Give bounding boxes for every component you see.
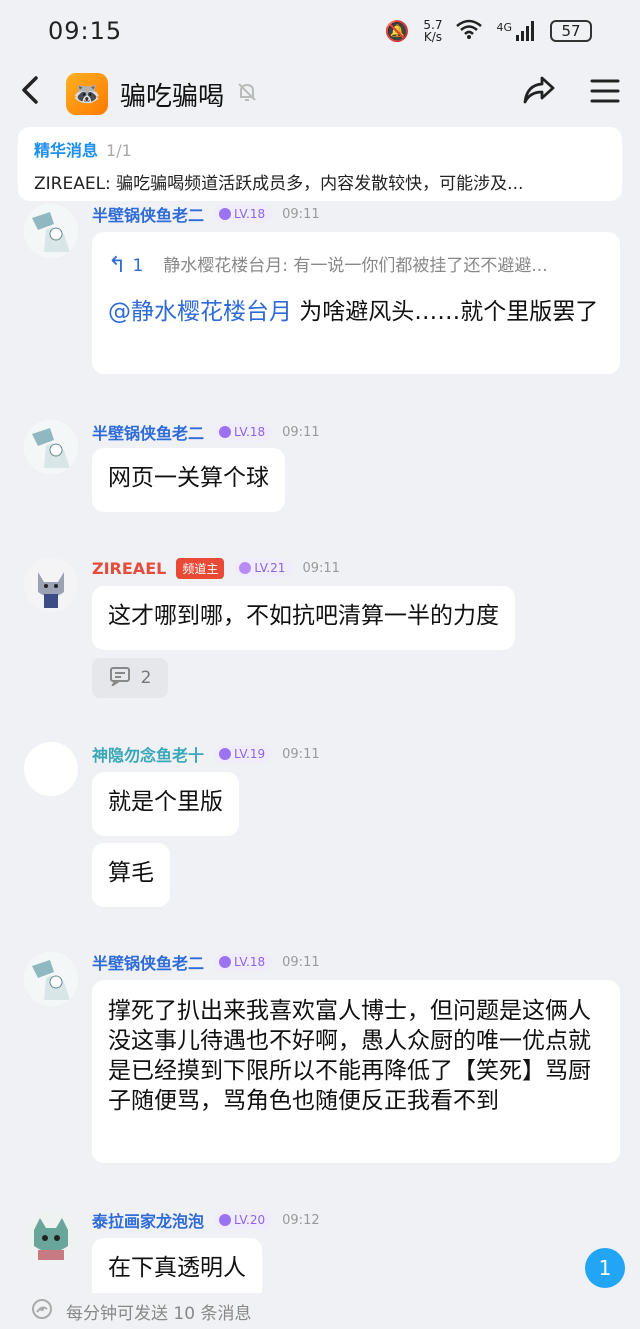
mention-link[interactable]: @静水樱花楼台月 — [108, 299, 292, 325]
channel-title: 骗吃骗喝 — [120, 81, 225, 112]
level-text: LV.18 — [234, 207, 266, 221]
bell-muted-icon — [236, 81, 258, 108]
message-meta: 半壁锅侠鱼老二 LV.18 09:11 — [92, 202, 320, 226]
message-meta: ZIREAEL 频道主 LV.21 09:11 — [92, 556, 340, 580]
level-badge: LV.21 — [234, 559, 293, 577]
gem-icon — [219, 426, 232, 438]
gem-icon — [219, 748, 232, 760]
quoted-reply[interactable]: ↰ 1 静水樱花楼台月: 有一说一你们都被挂了还不避避... — [108, 250, 604, 282]
message-bubble[interactable]: 就是个里版 — [92, 772, 239, 836]
quote-text: 静水樱花楼台月: 有一说一你们都被挂了还不避避... — [163, 256, 548, 276]
status-bar: 09:15 🔕 5.7 K/s 4G 57 — [0, 0, 640, 62]
sender-name[interactable]: ZIREAEL — [92, 559, 166, 578]
notifications-off-icon: 🔕 — [384, 19, 410, 43]
sender-name[interactable]: 泰拉画家龙泡泡 — [92, 1208, 204, 1232]
message-time: 09:11 — [282, 954, 320, 970]
reply-arrow-icon: ↰ — [108, 253, 127, 278]
status-indicators: 🔕 5.7 K/s 4G 57 — [384, 19, 592, 44]
channel-avatar[interactable]: 🦝 — [66, 73, 108, 115]
message-time: 09:11 — [282, 746, 320, 762]
gem-icon — [219, 208, 232, 220]
level-text: LV.20 — [234, 1213, 266, 1227]
message-bubble[interactable]: 网页一关算个球 — [92, 448, 285, 512]
message-bubble[interactable]: 撑死了扒出来我喜欢富人博士，但问题是这俩人没这事儿待遇也不好啊，愚人众厨的唯一优… — [92, 980, 620, 1163]
sender-name[interactable]: 半壁锅侠鱼老二 — [92, 950, 204, 974]
message-time: 09:11 — [302, 560, 340, 576]
message-text: 为啥避风头……就个里版罢了 — [292, 299, 599, 325]
avatar[interactable] — [24, 558, 78, 612]
input-footer: 每分钟可发送 10 条消息 — [0, 1293, 640, 1329]
cellular-signal-icon: 4G — [496, 21, 536, 41]
avatar[interactable] — [24, 420, 78, 474]
battery-indicator: 57 — [550, 20, 592, 42]
message-meta: 半壁锅侠鱼老二 LV.18 09:11 — [92, 950, 320, 974]
pinned-text: ZIREAEL: 骗吃骗喝频道活跃成员多，内容发散较快，可能涉及... — [34, 174, 524, 194]
pinned-count: 1/1 — [106, 141, 132, 160]
back-arrow-icon[interactable] — [20, 74, 56, 114]
message-meta: 半壁锅侠鱼老二 LV.18 09:11 — [92, 420, 320, 444]
level-text: LV.18 — [234, 955, 266, 969]
avatar[interactable] — [24, 742, 78, 796]
message-meta: 泰拉画家龙泡泡 LV.20 09:12 — [92, 1208, 320, 1232]
role-badge: 频道主 — [176, 557, 225, 579]
network-speed: 5.7 K/s — [423, 19, 442, 43]
message-bubble[interactable]: 这才哪到哪，不如抗吧清算一半的力度 — [92, 586, 515, 650]
message-time: 09:11 — [282, 206, 320, 222]
level-badge: LV.19 — [214, 745, 273, 763]
message-bubble[interactable]: ↰ 1 静水樱花楼台月: 有一说一你们都被挂了还不避避... @静水樱花楼台月 … — [92, 232, 620, 374]
quote-count: 1 — [132, 256, 144, 276]
message-bubble[interactable]: 在下真透明人 — [92, 1238, 262, 1294]
avatar[interactable] — [24, 952, 78, 1006]
comment-icon — [109, 666, 131, 691]
level-badge: LV.18 — [214, 423, 273, 441]
message-time: 09:11 — [282, 424, 320, 440]
gem-icon — [219, 1214, 232, 1226]
signal-type: 4G — [496, 21, 512, 34]
sender-name[interactable]: 神隐勿念鱼老十 — [92, 742, 204, 766]
level-text: LV.18 — [234, 425, 266, 439]
sender-name[interactable]: 半壁锅侠鱼老二 — [92, 420, 204, 444]
sender-name[interactable]: 半壁锅侠鱼老二 — [92, 202, 204, 226]
gem-icon — [219, 956, 232, 968]
level-text: LV.19 — [234, 747, 266, 761]
avatar[interactable] — [24, 1210, 78, 1264]
unread-count-badge[interactable]: 1 — [585, 1248, 625, 1288]
net-speed-unit: K/s — [423, 30, 442, 44]
message-bubble[interactable]: 算毛 — [92, 843, 170, 907]
level-badge: LV.18 — [214, 953, 273, 971]
share-icon[interactable] — [522, 75, 556, 113]
level-badge: LV.20 — [214, 1211, 273, 1229]
message-body: @静水樱花楼台月 为啥避风头……就个里版罢了 — [108, 296, 604, 360]
level-badge: LV.18 — [214, 205, 273, 223]
rate-limit-text: 每分钟可发送 10 条消息 — [66, 1303, 252, 1324]
menu-icon[interactable] — [590, 77, 620, 112]
message-meta: 神隐勿念鱼老十 LV.19 09:11 — [92, 742, 320, 766]
wifi-icon — [456, 19, 483, 44]
avatar[interactable] — [24, 204, 78, 258]
level-text: LV.21 — [254, 561, 286, 575]
reply-count: 2 — [140, 668, 152, 688]
pinned-title: 精华消息 — [34, 141, 99, 160]
pinned-message-banner[interactable]: 精华消息 1/1 ZIREAEL: 骗吃骗喝频道活跃成员多，内容发散较快，可能涉及… — [18, 127, 622, 201]
status-time: 09:15 — [48, 17, 123, 45]
gem-icon — [239, 562, 252, 574]
thread-replies-button[interactable]: 2 — [92, 658, 168, 698]
channel-header: 🦝 骗吃骗喝 — [0, 62, 640, 126]
rate-limit-icon — [30, 1297, 54, 1326]
message-time: 09:12 — [282, 1212, 320, 1228]
